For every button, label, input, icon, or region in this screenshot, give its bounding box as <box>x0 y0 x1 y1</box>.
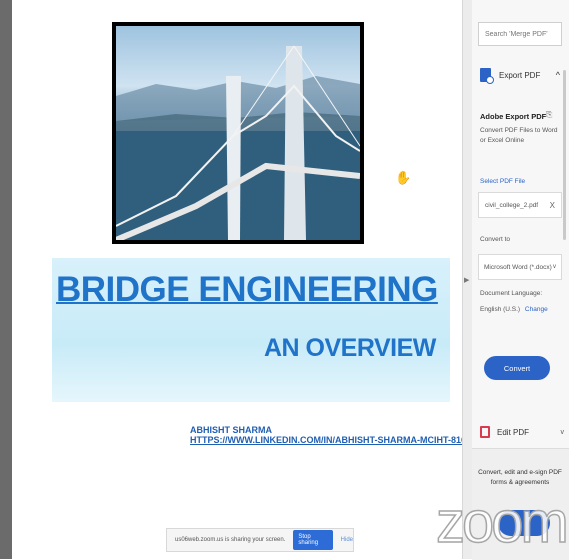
panel-heading: Adobe Export PDF <box>480 112 547 121</box>
convert-to-label: Convert to <box>480 236 510 243</box>
convert-button[interactable]: Convert <box>484 356 550 380</box>
language-row: English (U.S.) Change <box>480 306 548 313</box>
bridge-photo <box>112 22 364 244</box>
edit-pdf-tool[interactable]: Edit PDF v <box>480 424 564 440</box>
chevron-down-icon: v <box>553 264 556 270</box>
stop-sharing-button[interactable]: Stop sharing <box>293 530 333 550</box>
change-language-link[interactable]: Change <box>525 306 548 313</box>
chevron-down-icon[interactable]: v <box>561 429 565 436</box>
author-link[interactable]: HTTPS://WWW.LINKEDIN.COM/IN/ABHISHT-SHAR… <box>190 435 497 445</box>
search-input[interactable] <box>478 22 562 46</box>
language-value: English (U.S.) <box>480 306 521 313</box>
select-pdf-file-link[interactable]: Select PDF File <box>480 178 525 185</box>
panel-scrollbar[interactable] <box>563 70 566 240</box>
pin-icon[interactable]: ⎘ <box>546 110 552 120</box>
author-name: ABHISHT SHARMA <box>190 425 272 435</box>
panel-description: Convert PDF Files to Word or Excel Onlin… <box>480 127 558 144</box>
export-pdf-label: Export PDF <box>499 70 541 80</box>
edit-pdf-icon <box>480 426 490 438</box>
collapse-arrow-icon[interactable]: ▶ <box>464 276 469 284</box>
export-pdf-header[interactable]: Export PDF ^ <box>480 66 560 84</box>
hide-link[interactable]: Hide <box>341 537 353 543</box>
footer-promo-text: Convert, edit and e-sign PDF forms & agr… <box>478 469 562 486</box>
format-value: Microsoft Word (*.docx) <box>484 263 552 271</box>
selected-file: civil_college_2.pdf X <box>478 192 562 218</box>
title-box: BRIDGE ENGINEERING AN OVERVIEW <box>52 258 450 402</box>
file-name: civil_college_2.pdf <box>485 201 539 209</box>
format-select[interactable]: Microsoft Word (*.docx) v <box>478 254 562 280</box>
zoom-watermark: zoom <box>435 490 569 555</box>
document-title: BRIDGE ENGINEERING <box>56 270 438 309</box>
left-gutter <box>0 0 12 559</box>
screen-share-bar: us06web.zoom.us is sharing your screen. … <box>166 528 354 552</box>
export-pdf-icon <box>480 68 494 84</box>
language-label: Document Language: <box>480 290 543 297</box>
hand-cursor-icon: ✋ <box>395 170 412 185</box>
document-subtitle: AN OVERVIEW <box>264 334 436 362</box>
close-icon[interactable]: X <box>550 201 555 210</box>
edit-pdf-label: Edit PDF <box>497 427 530 437</box>
share-status-text: us06web.zoom.us is sharing your screen. <box>175 537 286 543</box>
chevron-up-icon[interactable]: ^ <box>556 70 560 80</box>
